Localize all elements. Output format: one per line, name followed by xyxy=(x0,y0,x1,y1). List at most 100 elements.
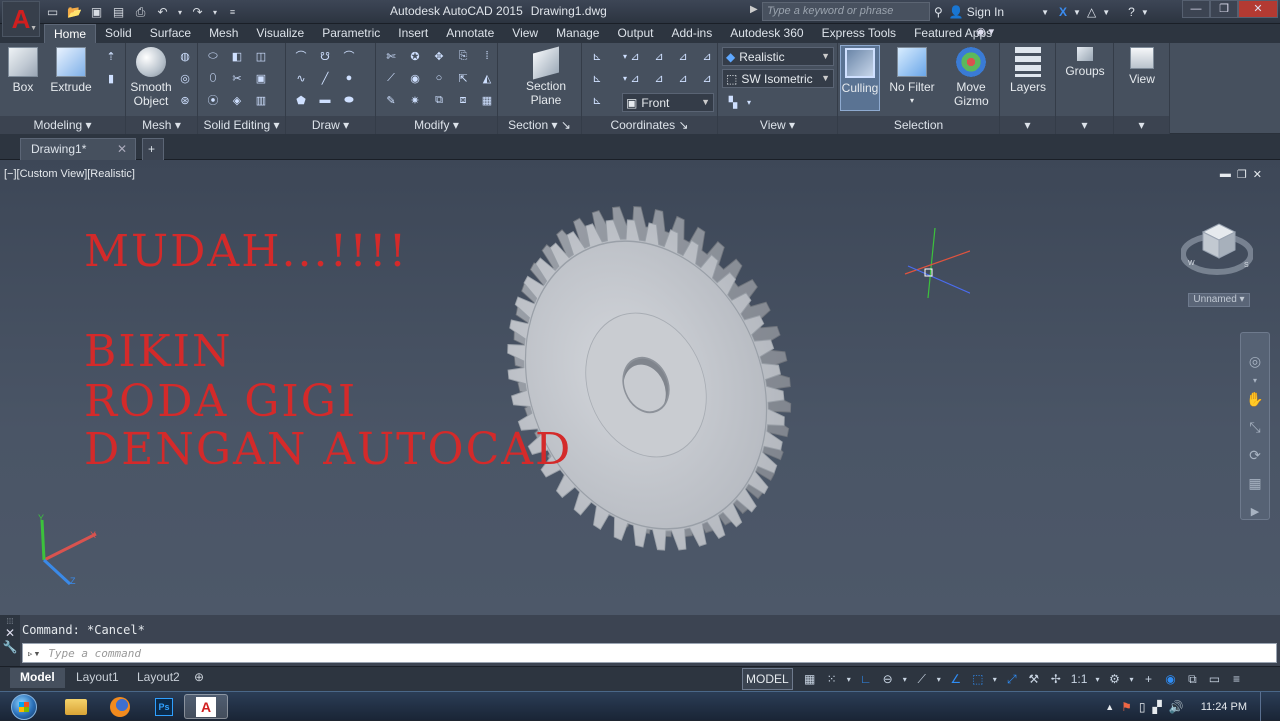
ucs-face-icon[interactable]: ⊿ xyxy=(674,69,692,87)
redo-dropdown-icon[interactable]: ▾ xyxy=(211,4,219,21)
refine-mesh-icon[interactable]: ⊛ xyxy=(176,91,194,109)
move-icon[interactable]: ✥ xyxy=(430,47,448,65)
annotation-visibility-icon[interactable]: ⚒ xyxy=(1023,668,1045,690)
rectangular-array-icon[interactable]: ▦ xyxy=(478,91,496,109)
visual-style-select[interactable]: ◆ Realistic ▼ xyxy=(722,47,834,66)
showmotion-play-icon[interactable]: ▶ xyxy=(1241,497,1269,525)
network-icon[interactable]: ▞ xyxy=(1153,700,1162,714)
3d-mirror-icon[interactable]: ⧈ xyxy=(454,91,472,109)
ucs-icon[interactable]: ⊾ xyxy=(588,47,606,65)
customization-icon[interactable]: ≡ xyxy=(1225,668,1247,690)
undo-dropdown-icon[interactable]: ▾ xyxy=(176,4,184,21)
tab-view[interactable]: View xyxy=(503,24,547,43)
panel-title-coordinates[interactable]: Coordinates ↘ xyxy=(582,116,717,134)
exchange-icon[interactable]: X xyxy=(1059,5,1067,19)
annotation-monitor-icon[interactable]: + xyxy=(1137,668,1159,690)
line-tool-icon[interactable]: ╱ xyxy=(316,69,334,87)
tab-surface[interactable]: Surface xyxy=(141,24,200,43)
safely-remove-icon[interactable]: ▯ xyxy=(1139,700,1146,714)
customize-qat-icon[interactable]: ≡ xyxy=(224,4,241,21)
open-icon[interactable]: 📂 xyxy=(66,4,83,21)
layout-tab-layout2[interactable]: Layout2 xyxy=(127,668,190,688)
close-icon[interactable]: ✕ xyxy=(117,142,127,156)
panel-title-modify[interactable]: Modify ▾ xyxy=(376,116,497,134)
steering-wheel-icon[interactable]: ◎ xyxy=(1241,347,1269,375)
snap-icon[interactable]: ⁙ xyxy=(821,668,843,690)
ucs-z-icon[interactable]: ⊿ xyxy=(674,47,692,65)
fillet-icon[interactable]: ◉ xyxy=(406,69,424,87)
workspace-gear-icon[interactable]: ⚙ xyxy=(1103,668,1125,690)
tab-add-ins[interactable]: Add-ins xyxy=(663,24,722,43)
panel-title-view[interactable]: View ▾ xyxy=(718,116,837,134)
volume-icon[interactable]: 🔊 xyxy=(1169,700,1184,714)
groups-expand[interactable]: ▾ xyxy=(1056,116,1113,134)
panel-title-section[interactable]: Section ▾ ↘ xyxy=(498,116,581,134)
viewport-controls-label[interactable]: [−][Custom View][Realistic] xyxy=(4,168,135,180)
tab-manage[interactable]: Manage xyxy=(547,24,608,43)
chevron-down-icon[interactable]: ▼ xyxy=(1102,8,1110,17)
help-icon[interactable]: ? xyxy=(1128,5,1135,19)
no-filter-button[interactable]: No Filter ▾ xyxy=(886,47,938,108)
object-snap-tracking-icon[interactable]: ∠ xyxy=(945,668,967,690)
close-icon[interactable]: ✕ xyxy=(0,626,20,640)
panel-title-mesh[interactable]: Mesh ▾ xyxy=(126,116,197,134)
culling-button[interactable]: Culling xyxy=(840,45,880,111)
new-doc-tab-button[interactable]: + xyxy=(142,138,164,160)
chevron-down-icon[interactable]: ▼ xyxy=(1141,8,1149,17)
polygon-icon[interactable]: ⬟ xyxy=(292,91,310,109)
command-prompt-icon[interactable]: ▹▾ xyxy=(27,647,40,660)
rotate-icon[interactable]: ○ xyxy=(430,69,448,87)
binoculars-icon[interactable]: ⚲ xyxy=(934,5,943,19)
search-expand-icon[interactable]: ▶ xyxy=(750,4,758,15)
explorer-icon[interactable] xyxy=(54,694,98,719)
view-preset-select[interactable]: ⬚ SW Isometric ▼ xyxy=(722,69,834,88)
steering-wheel-dropdown-icon[interactable]: ▾ xyxy=(1241,375,1269,385)
windows-start-icon[interactable] xyxy=(6,692,42,721)
ucs-3point-icon[interactable]: ⊿ xyxy=(626,47,644,65)
add-layout-button[interactable]: ⊕ xyxy=(188,668,210,688)
tab-solid[interactable]: Solid xyxy=(96,24,141,43)
undo-icon[interactable]: ↶ xyxy=(154,4,171,21)
grid-icon[interactable]: ▦ xyxy=(799,668,821,690)
model-space-toggle[interactable]: MODEL xyxy=(742,668,793,690)
taskbar-clock[interactable]: 11:24 PM xyxy=(1201,701,1247,713)
command-input[interactable]: ▹▾ Type a command xyxy=(22,643,1277,663)
tab-express-tools[interactable]: Express Tools xyxy=(813,24,905,43)
showmotion-icon[interactable]: ▦ xyxy=(1241,469,1269,497)
saveas-icon[interactable]: ▤ xyxy=(110,4,127,21)
tab-annotate[interactable]: Annotate xyxy=(437,24,503,43)
circle-icon[interactable]: ● xyxy=(340,69,358,87)
minimize-icon[interactable]: ▬ xyxy=(1220,168,1231,181)
rectangle-icon[interactable]: ▬ xyxy=(316,91,334,109)
intersect-icon[interactable]: ⦿ xyxy=(204,91,222,109)
drawing-viewport[interactable]: [−][Custom View][Realistic] ▬ ❐ ✕ MUDAH.… xyxy=(0,160,1280,615)
panel-title-solid-editing[interactable]: Solid Editing ▾ xyxy=(198,116,285,134)
extract-edges-icon[interactable]: ▥ xyxy=(252,91,270,109)
polyline-icon[interactable]: ☋ xyxy=(316,47,334,65)
autocad-taskbar-icon[interactable]: A xyxy=(184,694,228,719)
chevron-down-icon[interactable]: ▾ xyxy=(1091,668,1103,690)
doc-tab-drawing1[interactable]: Drawing1* ✕ xyxy=(20,138,136,160)
annotation-scale[interactable]: 1:1 xyxy=(1067,668,1092,690)
ucs-origin-icon[interactable]: ⊿ xyxy=(626,69,644,87)
trim-icon[interactable]: ✄ xyxy=(382,47,400,65)
tab-mesh[interactable]: Mesh xyxy=(200,24,247,43)
polar-icon[interactable]: ⊖ xyxy=(877,668,899,690)
isolate-objects-icon[interactable]: ⧉ xyxy=(1181,668,1203,690)
fillet-edge-icon[interactable]: ◧ xyxy=(228,47,246,65)
move-gizmo-button[interactable]: Move Gizmo xyxy=(946,47,996,108)
smooth-object-button[interactable]: Smooth Object xyxy=(128,47,174,108)
layout-tab-layout1[interactable]: Layout1 xyxy=(66,668,129,688)
arc-icon[interactable]: ⌒ xyxy=(340,47,358,65)
box-button[interactable]: Box xyxy=(6,47,40,94)
align-icon[interactable]: ◭ xyxy=(478,69,496,87)
ribbon-minimize-toggle[interactable]: ◉ ▾ xyxy=(976,25,994,38)
isodraft-icon[interactable]: ⟋ xyxy=(911,668,933,690)
layers-button[interactable]: Layers xyxy=(1006,47,1050,94)
dynamic-ucs-icon[interactable]: ⤢ xyxy=(1001,668,1023,690)
flag-icon[interactable]: ⚑ xyxy=(1121,700,1132,714)
minimize-button[interactable]: — xyxy=(1182,0,1210,18)
smooth-more-icon[interactable]: ◍ xyxy=(176,47,194,65)
chevron-down-icon[interactable]: ▾ xyxy=(740,93,758,111)
panel-title-draw[interactable]: Draw ▾ xyxy=(286,116,375,134)
